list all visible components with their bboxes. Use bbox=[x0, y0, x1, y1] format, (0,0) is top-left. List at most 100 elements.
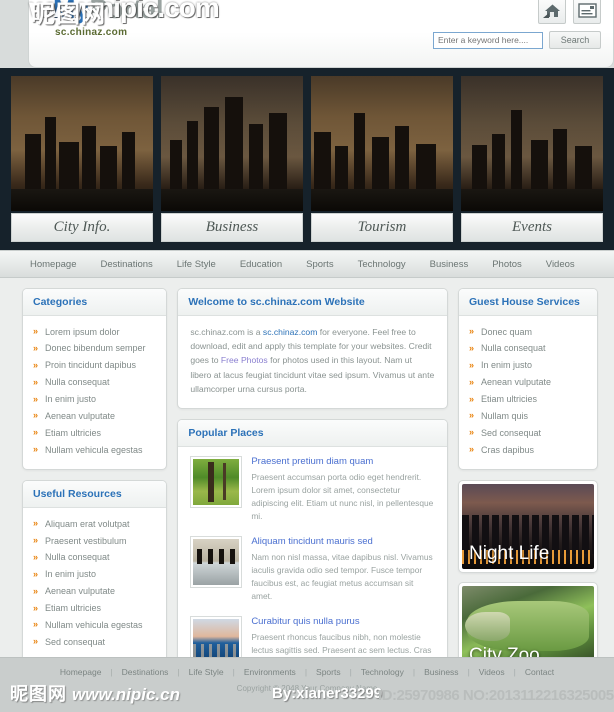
footer-item-technology[interactable]: Technology bbox=[361, 667, 404, 677]
content-area: Categories Lorem ipsum dolor Donec biben… bbox=[0, 278, 614, 712]
list-item[interactable]: Nulla consequat bbox=[469, 341, 587, 358]
list-item[interactable]: Nullam vehicula egestas bbox=[33, 617, 156, 634]
nav-item-technology[interactable]: Technology bbox=[358, 259, 406, 270]
footer-item-contact[interactable]: Contact bbox=[525, 667, 554, 677]
banner-item-city-info[interactable]: City Info. bbox=[11, 76, 153, 242]
contact-card-icon[interactable] bbox=[573, 0, 601, 24]
place-title[interactable]: Curabitur quis nulla purus bbox=[251, 616, 435, 627]
banner-item-events[interactable]: Events bbox=[461, 76, 603, 242]
list-item[interactable]: Aenean vulputate bbox=[469, 375, 587, 392]
list-item[interactable]: Nulla consequat bbox=[33, 550, 156, 567]
list-item[interactable]: Donec quam bbox=[469, 324, 587, 341]
categories-list: Lorem ipsum dolor Donec bibendum semper … bbox=[33, 324, 156, 459]
banner-item-tourism[interactable]: Tourism bbox=[311, 76, 453, 242]
search-button[interactable]: Search bbox=[549, 31, 601, 49]
nav-item-photos[interactable]: Photos bbox=[492, 259, 522, 270]
banner-image-tourism bbox=[311, 76, 453, 211]
nav-item-education[interactable]: Education bbox=[240, 259, 282, 270]
welcome-text-part-1: sc.chinaz.com is a bbox=[190, 327, 263, 337]
search-area: Search bbox=[433, 31, 601, 49]
popular-places-title: Popular Places bbox=[178, 419, 447, 447]
banner-image-business bbox=[161, 76, 303, 211]
welcome-link-chinaz[interactable]: sc.chinaz.com bbox=[263, 327, 317, 337]
list-item[interactable]: Cras dapibus bbox=[469, 442, 587, 459]
welcome-link-free-photos[interactable]: Free Photos bbox=[221, 355, 268, 365]
footer-item-destinations[interactable]: Destinations bbox=[122, 667, 169, 677]
panel-categories: Categories Lorem ipsum dolor Donec biben… bbox=[22, 288, 168, 471]
list-item[interactable]: Sed consequat bbox=[33, 634, 156, 651]
footer-item-videos[interactable]: Videos bbox=[479, 667, 505, 677]
place-description: Nam non nisl massa, vitae dapibus nisl. … bbox=[251, 551, 433, 601]
watermark-url-text: www.nipic.cn bbox=[72, 685, 180, 704]
nav-item-life-style[interactable]: Life Style bbox=[177, 259, 216, 270]
nav-item-videos[interactable]: Videos bbox=[546, 259, 575, 270]
site-sublogo: sc.chinaz.com bbox=[55, 27, 128, 38]
list-item[interactable]: Sed consequat bbox=[469, 425, 587, 442]
main-navigation: Homepage Destinations Life Style Educati… bbox=[0, 250, 614, 278]
home-icon[interactable] bbox=[538, 0, 566, 24]
nav-item-business[interactable]: Business bbox=[430, 259, 469, 270]
banner-image-city-info bbox=[11, 76, 153, 211]
right-sidebar: Guest House Services Donec quam Nulla co… bbox=[458, 288, 598, 712]
night-life-image: Night Life bbox=[462, 484, 594, 570]
list-item[interactable]: Proin tincidunt dapibus bbox=[33, 358, 156, 375]
banner-image-events bbox=[461, 76, 603, 211]
forest-thumbnail bbox=[190, 455, 243, 508]
list-item[interactable]: Aenean vulputate bbox=[33, 408, 156, 425]
footer-item-business[interactable]: Business bbox=[424, 667, 459, 677]
footer-separator: | bbox=[349, 667, 352, 677]
place-title[interactable]: Aliquam tincidunt mauris sed bbox=[251, 536, 435, 547]
footer-item-sports[interactable]: Sports bbox=[316, 667, 341, 677]
nav-item-destinations[interactable]: Destinations bbox=[100, 259, 152, 270]
footer-separator: | bbox=[110, 667, 113, 677]
list-item[interactable]: Praesent vestibulum bbox=[33, 533, 156, 550]
panel-title: Guest House Services bbox=[459, 289, 597, 316]
photo-label: Night Life bbox=[469, 543, 550, 565]
place-text: Aliquam tincidunt mauris sed Nam non nis… bbox=[251, 536, 435, 603]
search-input[interactable] bbox=[433, 31, 543, 49]
footer-separator: | bbox=[513, 667, 516, 677]
list-item[interactable]: Etiam ultricies bbox=[33, 601, 156, 618]
footer-separator: | bbox=[177, 667, 180, 677]
list-item[interactable]: In enim justo bbox=[469, 358, 587, 375]
footer-separator: | bbox=[412, 667, 416, 677]
nav-item-homepage[interactable]: Homepage bbox=[30, 259, 76, 270]
list-item[interactable]: Aenean vulputate bbox=[33, 584, 156, 601]
header-icon-group bbox=[538, 0, 601, 24]
footer-item-environments[interactable]: Environments bbox=[244, 667, 296, 677]
header-card: MyPortal www.nipic.com 昵图网 sc.chinaz.com bbox=[28, 0, 614, 68]
panel-title: Useful Resources bbox=[23, 481, 167, 509]
list-item[interactable]: In enim justo bbox=[33, 567, 156, 584]
footer-item-life-style[interactable]: Life Style bbox=[189, 667, 224, 677]
nav-item-sports[interactable]: Sports bbox=[306, 259, 333, 270]
panel-useful-resources: Useful Resources Aliquam erat volutpat P… bbox=[22, 480, 168, 663]
list-item[interactable]: Aliquam tincidunt mauris sed Nam non nis… bbox=[178, 527, 447, 607]
banner-label: Tourism bbox=[311, 213, 453, 242]
place-text: Praesent pretium diam quam Praesent accu… bbox=[251, 456, 435, 523]
page-root: MyPortal www.nipic.com 昵图网 sc.chinaz.com bbox=[0, 0, 614, 712]
list-item[interactable]: Aliquam erat volutpat bbox=[33, 516, 156, 533]
list-item[interactable]: Nullam quis bbox=[469, 408, 587, 425]
list-item[interactable]: Nullam vehicula egestas bbox=[33, 442, 156, 459]
place-title[interactable]: Praesent pretium diam quam bbox=[251, 456, 435, 467]
list-item[interactable]: Etiam ultricies bbox=[33, 425, 156, 442]
watermark-bottom-left: 昵图网 www.nipic.cn bbox=[10, 680, 180, 706]
footer-item-homepage[interactable]: Homepage bbox=[60, 667, 102, 677]
footer-navigation: Homepage | Destinations | Life Style | E… bbox=[0, 658, 614, 677]
watermark-author-text: By:xianer33299 bbox=[272, 685, 383, 702]
banner-label: Events bbox=[461, 213, 603, 242]
photo-card-night-life[interactable]: Night Life bbox=[458, 480, 598, 574]
list-item[interactable]: Etiam ultricies bbox=[469, 392, 587, 409]
list-item[interactable]: In enim justo bbox=[33, 392, 156, 409]
panel-body: Donec quam Nulla consequat In enim justo… bbox=[459, 316, 597, 469]
people-thumbnail bbox=[190, 535, 243, 588]
list-item[interactable]: Praesent pretium diam quam Praesent accu… bbox=[178, 447, 447, 527]
banner-item-business[interactable]: Business bbox=[161, 76, 303, 242]
left-sidebar: Categories Lorem ipsum dolor Donec biben… bbox=[22, 288, 168, 712]
list-item[interactable]: Lorem ipsum dolor bbox=[33, 324, 156, 341]
list-item[interactable]: Donec bibendum semper bbox=[33, 341, 156, 358]
list-item[interactable]: Nulla consequat bbox=[33, 375, 156, 392]
watermark-id-text: ID:25970986 NO:20131122163250056001560 bbox=[378, 687, 614, 704]
footer-separator: | bbox=[467, 667, 470, 677]
watermark-cn-text: 昵图网 bbox=[10, 684, 67, 704]
